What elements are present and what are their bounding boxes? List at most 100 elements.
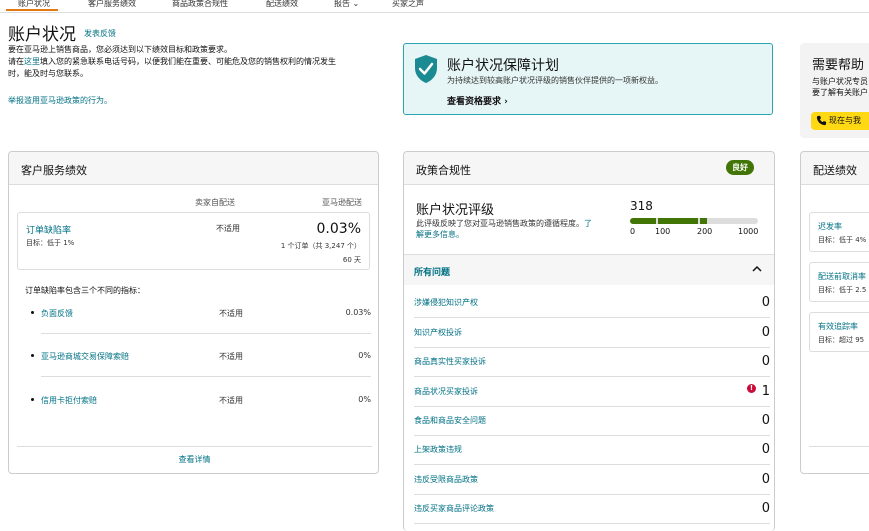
issue-count: 0 xyxy=(761,325,770,340)
bullet-icon xyxy=(31,398,34,401)
issue-count: 0 xyxy=(761,354,770,369)
contact-now-label: 现在与我 xyxy=(829,116,861,125)
customer-service-card: 客户服务绩效 卖家自配送 亚马逊配送 订单缺陷率 目标：低于 1% 不适用 0.… xyxy=(8,151,379,474)
ahr-tick: 0 xyxy=(630,227,636,236)
chevron-up-icon[interactable] xyxy=(752,265,762,272)
col-seller-fulfilled: 卖家自配送 xyxy=(195,198,235,207)
tab-shipping[interactable]: 配送绩效 xyxy=(266,0,298,9)
odr-count: 1 个订单（共 3,247 个） xyxy=(280,242,361,250)
odr-rate: 0.03% xyxy=(316,221,361,237)
view-eligibility-link[interactable]: 查看资格要求 › xyxy=(447,94,508,107)
report-abuse-link[interactable]: 举报滥用亚马逊政策的行为。 xyxy=(8,95,112,106)
all-issues-header[interactable]: 所有问题 xyxy=(404,254,774,285)
col-amazon-fulfilled: 亚马逊配送 xyxy=(322,198,362,207)
issue-condition[interactable]: 商品状况买家投诉 xyxy=(414,386,478,397)
issue-restricted-products[interactable]: 违反受限商品政策 xyxy=(414,474,478,485)
metric-row: 负面反馈 不适用 0.03% xyxy=(25,308,371,328)
page-title: 账户状况 xyxy=(8,25,76,45)
issue-row: 商品状况买家投诉 ! 1 xyxy=(414,377,770,407)
intro-prefix: 请在 xyxy=(8,57,24,66)
tab-policy-compliance[interactable]: 商品政策合规性 xyxy=(172,0,228,9)
ship-card-header: 配送绩效 xyxy=(801,152,869,185)
status-badge: 良好 xyxy=(726,160,754,175)
divider xyxy=(41,376,371,377)
contact-now-button[interactable]: 现在与我 xyxy=(811,112,869,130)
all-issues-title: 所有问题 xyxy=(414,268,451,278)
issue-row: 食品和商品安全问题 0 xyxy=(414,406,770,436)
intro-suffix: 填入您的紧急联系电话号码，以便我们能在重要、可能危及您的销售权利的情况发生 xyxy=(40,57,336,66)
ahr-score: 318 xyxy=(630,199,653,213)
issue-ip-suspected[interactable]: 涉嫌侵犯知识产权 xyxy=(414,297,478,308)
metric-a-to-z-claims[interactable]: 亚马逊商城交易保障索赔 xyxy=(41,351,129,362)
issue-row: 商品真实性买家投诉 0 xyxy=(414,347,770,377)
emergency-contact-link[interactable]: 这里 xyxy=(24,57,40,66)
divider xyxy=(41,333,371,334)
metric-seller-value: 不适用 xyxy=(219,352,243,361)
bullet-icon xyxy=(31,311,34,314)
issue-count: 1 xyxy=(761,384,770,399)
metric-amazon-value: 0.03% xyxy=(345,308,371,317)
issue-food-safety[interactable]: 食品和商品安全问题 xyxy=(414,415,486,426)
issue-ip-complaints[interactable]: 知识产权投诉 xyxy=(414,327,462,338)
policy-compliance-card: 政策合规性 良好 账户状况评级 此评级反映了您对亚马逊销售政策的遵循程度。了解更… xyxy=(403,151,775,531)
metric-row: 信用卡拒付索赔 不适用 0% xyxy=(25,395,371,415)
ship-target: 目标：低于 4% xyxy=(818,236,867,244)
active-tab-indicator xyxy=(6,9,58,11)
intro-line-3: 时，能及时与您联系。 xyxy=(8,69,88,78)
phone-icon xyxy=(816,115,827,126)
ahr-tick: 200 xyxy=(697,227,713,236)
ship-card-title: 配送绩效 xyxy=(813,164,857,177)
ahr-tick: 1000 xyxy=(738,227,759,236)
cs-card-title: 客户服务绩效 xyxy=(21,164,87,177)
metric-seller-value: 不适用 xyxy=(219,309,243,318)
issue-count: 0 xyxy=(761,413,770,428)
ahr-bar-fill-1 xyxy=(630,218,656,224)
metrics-intro: 订单缺陷率包含三个不同的指标： xyxy=(25,286,145,295)
help-desc: 与账户状况专员 要了解有关账户 xyxy=(812,76,869,98)
shipping-card: 配送绩效 迟发率 目标：低于 4% 配送前取消率 目标：低于 2.5 有效追踪率… xyxy=(800,151,869,474)
policy-card-header: 政策合规性 良好 xyxy=(404,152,774,185)
metric-chargeback-claims[interactable]: 信用卡拒付索赔 xyxy=(41,395,97,406)
ahr-score-bar xyxy=(630,218,758,224)
tab-reports[interactable]: 报告 ⌄ xyxy=(334,0,359,9)
shield-check-icon xyxy=(415,55,437,83)
ahr-bar-fill-3 xyxy=(700,218,707,224)
cancel-rate-link[interactable]: 配送前取消率 xyxy=(818,271,866,282)
banner-desc: 为持续达到较高账户状况评级的销售伙伴提供的一项新权益。 xyxy=(447,76,663,85)
issue-row: 违反受限商品政策 0 xyxy=(414,465,770,495)
odr-link[interactable]: 订单缺陷率 xyxy=(26,223,71,236)
metric-amazon-value: 0% xyxy=(358,351,371,360)
tab-account-health[interactable]: 账户状况 xyxy=(18,0,50,9)
issue-count: 0 xyxy=(761,295,770,310)
issue-count: 0 xyxy=(761,472,770,487)
odr-target: 目标：低于 1% xyxy=(26,239,75,247)
ship-metric-box: 有效追踪率 目标：超过 95 xyxy=(809,312,869,352)
ahr-title: 账户状况评级 xyxy=(416,203,495,218)
tab-customer-service[interactable]: 客户服务绩效 xyxy=(88,0,136,9)
valid-tracking-link[interactable]: 有效追踪率 xyxy=(818,321,858,332)
intro-line-1: 要在亚马逊上销售商品，您必须达到以下绩效目标和政策要求。 xyxy=(8,45,232,54)
late-dispatch-link[interactable]: 迟发率 xyxy=(818,221,842,232)
help-card: 需要帮助 与账户状况专员 要了解有关账户 现在与我 xyxy=(800,43,869,138)
issue-review-policy[interactable]: 违反买家商品评论政策 xyxy=(414,503,494,514)
divider xyxy=(809,446,869,447)
view-details-link[interactable]: 查看详情 xyxy=(9,454,380,465)
cs-card-header: 客户服务绩效 xyxy=(9,152,378,185)
alert-icon: ! xyxy=(747,384,756,393)
help-desc-line-1: 与账户状况专员 xyxy=(812,77,868,86)
metric-row: 亚马逊商城交易保障索赔 不适用 0% xyxy=(25,351,371,371)
feedback-link[interactable]: 发表反馈 xyxy=(84,28,116,39)
odr-box: 订单缺陷率 目标：低于 1% 不适用 0.03% 1 个订单（共 3,247 个… xyxy=(17,212,370,270)
top-nav: 账户状况 客户服务绩效 商品政策合规性 配送绩效 报告 ⌄ 买家之声 xyxy=(0,0,869,13)
help-title: 需要帮助 xyxy=(812,58,865,73)
ship-target: 目标：超过 95 xyxy=(818,336,865,344)
metric-negative-feedback[interactable]: 负面反馈 xyxy=(41,308,73,319)
ship-metric-box: 迟发率 目标：低于 4% xyxy=(809,212,869,252)
issue-listing-policy[interactable]: 上架政策违规 xyxy=(414,444,462,455)
issue-row: 涉嫌侵犯知识产权 0 xyxy=(414,288,770,318)
metric-seller-value: 不适用 xyxy=(219,396,243,405)
tab-voice-of-customer[interactable]: 买家之声 xyxy=(392,0,424,9)
metric-amazon-value: 0% xyxy=(358,395,371,404)
ahr-tick: 100 xyxy=(655,227,671,236)
issue-authenticity[interactable]: 商品真实性买家投诉 xyxy=(414,356,486,367)
